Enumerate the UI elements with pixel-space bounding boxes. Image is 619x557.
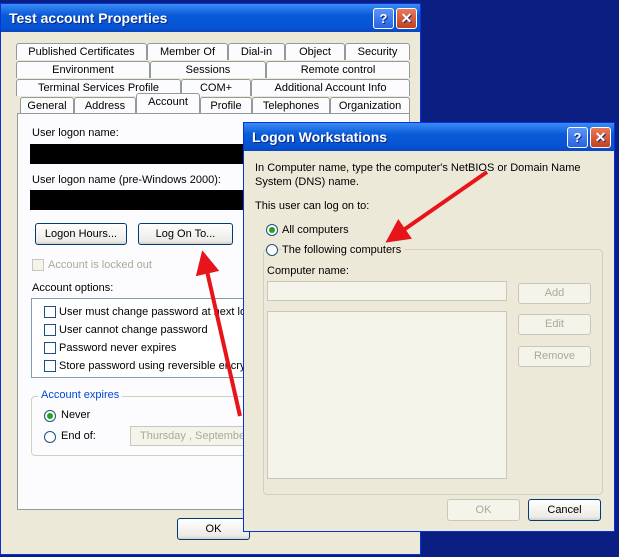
logon-cancel-button[interactable]: Cancel [528, 499, 601, 521]
following-computers-radio[interactable] [266, 244, 278, 256]
tab-member-of[interactable]: Member Of [147, 43, 228, 60]
remove-button[interactable]: Remove [518, 346, 591, 367]
option-label: Password never expires [59, 342, 177, 354]
tab-telephones[interactable]: Telephones [252, 97, 330, 114]
log-on-to-button[interactable]: Log On To... [138, 223, 233, 245]
tab-environment[interactable]: Environment [16, 61, 150, 78]
logon-name-pre2000-field[interactable] [30, 190, 258, 210]
option-checkbox[interactable] [44, 342, 56, 354]
computer-list[interactable] [267, 311, 507, 479]
tab-security[interactable]: Security [345, 43, 410, 60]
tab-profile[interactable]: Profile [200, 97, 252, 114]
help-icon[interactable]: ? [373, 8, 394, 29]
logon-workstations-dialog: Logon Workstations ? ✕ In Computer name,… [243, 122, 615, 532]
account-options-label: Account options: [32, 282, 114, 294]
tab-sessions[interactable]: Sessions [150, 61, 266, 78]
end-of-date-value: Thursday , September [140, 430, 249, 442]
option-checkbox[interactable] [44, 306, 56, 318]
tab-dial-in[interactable]: Dial-in [228, 43, 285, 60]
option-label: User must change password at next log [59, 306, 253, 318]
option-checkbox[interactable] [44, 360, 56, 372]
computer-name-label: Computer name: [267, 265, 349, 277]
tab-general[interactable]: General [20, 97, 74, 114]
option-label: Store password using reversible encryp [59, 360, 252, 372]
logon-dialog-body: In Computer name, type the computer's Ne… [247, 151, 611, 528]
option-checkbox[interactable] [44, 324, 56, 336]
end-of-label: End of: [61, 430, 96, 442]
logon-name-label: User logon name: [32, 127, 119, 139]
tab-published-certificates[interactable]: Published Certificates [16, 43, 147, 60]
all-computers-radio[interactable] [266, 224, 278, 236]
never-radio[interactable] [44, 410, 56, 422]
option-label: User cannot change password [59, 324, 208, 336]
logon-instruction: In Computer name, type the computer's Ne… [255, 162, 581, 188]
properties-titlebar[interactable]: Test account Properties ? ✕ [1, 4, 420, 32]
tab-remote-control[interactable]: Remote control [266, 61, 410, 78]
can-log-on-label: This user can log on to: [255, 200, 370, 212]
tab-address[interactable]: Address [74, 97, 136, 114]
logon-name-field[interactable] [30, 144, 258, 164]
never-label: Never [61, 409, 91, 421]
tab-additional-account-info[interactable]: Additional Account Info [251, 79, 410, 96]
logon-dialog-titlebar[interactable]: Logon Workstations ? ✕ [244, 123, 614, 151]
end-of-date-picker[interactable]: Thursday , September [130, 426, 260, 446]
help-icon[interactable]: ? [567, 127, 588, 148]
account-expires-label: Account expires [38, 389, 123, 401]
locked-out-checkbox[interactable] [32, 259, 44, 271]
computer-name-input[interactable] [267, 281, 507, 301]
logon-dialog-title: Logon Workstations [252, 129, 388, 145]
tab-account[interactable]: Account [136, 93, 200, 113]
close-icon[interactable]: ✕ [396, 8, 417, 29]
end-of-radio[interactable] [44, 431, 56, 443]
edit-button[interactable]: Edit [518, 314, 591, 335]
tab-object[interactable]: Object [285, 43, 345, 60]
add-button[interactable]: Add [518, 283, 591, 304]
account-options-list[interactable]: User must change password at next log Us… [31, 298, 259, 378]
close-icon[interactable]: ✕ [590, 127, 611, 148]
properties-ok-button[interactable]: OK [177, 518, 250, 540]
tab-organization[interactable]: Organization [330, 97, 410, 114]
following-computers-label: The following computers [282, 244, 405, 256]
properties-title: Test account Properties [9, 10, 168, 26]
logon-hours-button[interactable]: Logon Hours... [35, 223, 127, 245]
locked-out-label: Account is locked out [48, 259, 152, 271]
all-computers-label: All computers [282, 224, 349, 236]
logon-name-pre2000-label: User logon name (pre-Windows 2000): [32, 174, 221, 186]
logon-ok-button[interactable]: OK [447, 499, 520, 521]
